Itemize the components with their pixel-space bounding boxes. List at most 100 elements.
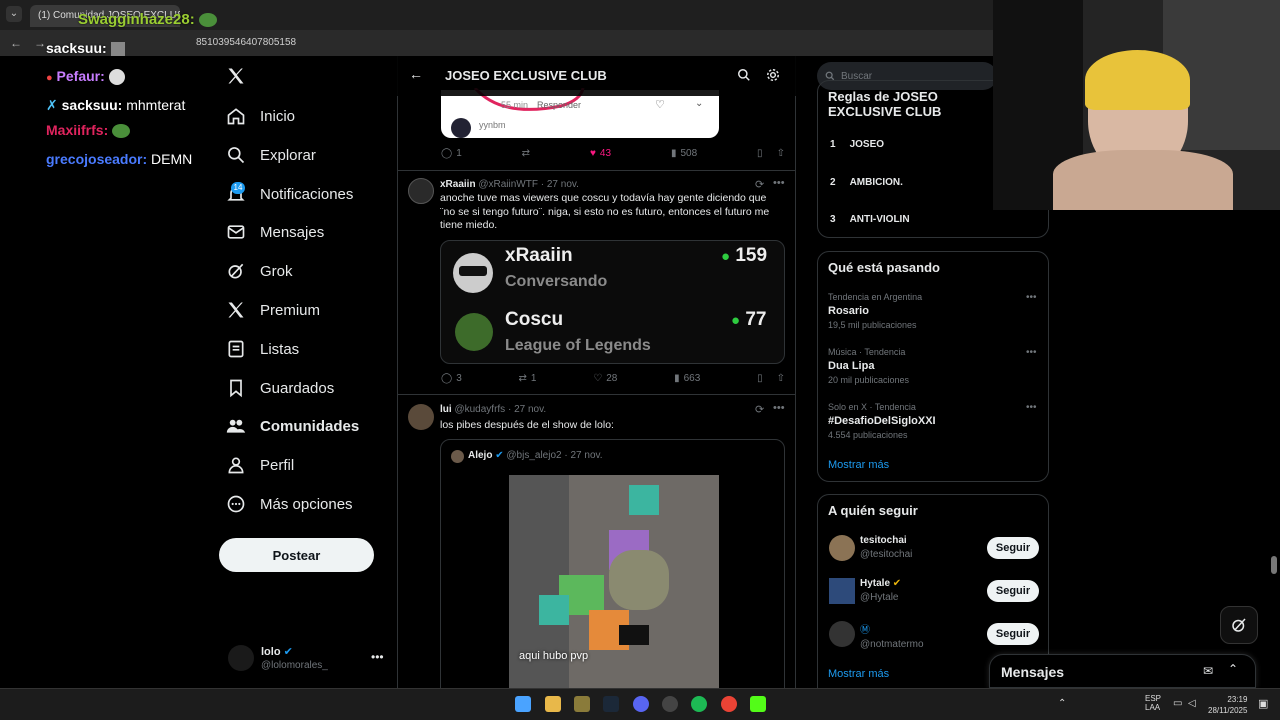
trend-item[interactable]: Tendencia en Argentina Rosario 19,5 mil … — [828, 292, 922, 330]
account-menu-icon[interactable]: ••• — [371, 650, 384, 664]
show-more-link[interactable]: Mostrar más — [828, 668, 889, 680]
nav-notifications[interactable]: Notificaciones — [226, 182, 353, 206]
beanie — [1085, 50, 1190, 110]
show-more-link[interactable]: Mostrar más — [828, 459, 889, 471]
more-icon[interactable]: ••• — [773, 177, 785, 189]
follow-button[interactable]: Seguir — [987, 623, 1039, 645]
webcam-overlay — [993, 0, 1280, 210]
tray-chevron-icon[interactable]: ⌃ — [1058, 698, 1066, 709]
views-icon: ▮ — [670, 148, 677, 159]
notification-center-icon[interactable]: ▣ — [1258, 697, 1268, 710]
back-arrow-icon[interactable]: ← — [409, 66, 423, 82]
post-button[interactable]: Postear — [219, 538, 374, 572]
kick-icon[interactable] — [750, 696, 766, 712]
expand-icon[interactable]: ⌃ — [1228, 662, 1238, 676]
trends-title: Qué está pasando — [828, 260, 940, 275]
nav-communities[interactable]: Comunidades — [226, 414, 359, 438]
m-badge-icon: Ⓜ — [860, 625, 870, 636]
avatar[interactable] — [408, 178, 434, 204]
app-icon[interactable] — [574, 696, 590, 712]
more-icon[interactable]: ••• — [1026, 402, 1037, 413]
back-arrow-icon[interactable]: ← — [10, 36, 22, 50]
quoted-photo[interactable]: aqui hubo pvp — [509, 475, 719, 698]
reply-link[interactable]: Responder — [537, 100, 581, 110]
nav-label: Perfil — [260, 456, 295, 474]
chat-line: grecojoseador: DEMN — [46, 151, 193, 167]
reply-button[interactable]: ◯ 3 — [441, 373, 462, 384]
nav-label: Notificaciones — [260, 185, 354, 203]
views-button[interactable]: ▮ 663 — [674, 373, 700, 384]
more-icon[interactable]: ••• — [1026, 347, 1037, 358]
clock[interactable]: 23:19 28/11/2025 — [1208, 694, 1247, 716]
grok-float-button[interactable] — [1220, 606, 1258, 644]
nav-label: Inicio — [260, 107, 296, 125]
bookmark-icon — [230, 379, 242, 398]
tweet-actions: ◯ 1 ⇄ ♥ 43 ▮ 508 ▯ ⇧ — [441, 148, 785, 159]
verified-badge-icon: ✔ — [283, 646, 293, 658]
gear-icon[interactable] — [766, 68, 780, 82]
nav-messages[interactable]: Mensajes — [226, 220, 324, 244]
nav-more-options[interactable]: Más opciones — [226, 492, 353, 516]
heart-icon: ♡ — [655, 99, 665, 111]
follow-button[interactable]: Seguir — [987, 580, 1039, 602]
nav-explore[interactable]: Explorar — [226, 143, 316, 167]
windows-start-icon[interactable] — [515, 696, 531, 712]
search-icon[interactable] — [737, 68, 751, 82]
grok-icon[interactable]: ⟳ — [755, 178, 764, 191]
discord-icon[interactable] — [633, 696, 649, 712]
views-button[interactable]: ▮ 508 — [671, 148, 697, 159]
avatar[interactable] — [228, 645, 254, 671]
like-button[interactable]: ♡ 28 — [593, 373, 617, 384]
x-logo-icon[interactable] — [226, 66, 246, 86]
person-icon — [228, 457, 244, 474]
bookmark-button[interactable]: ▯ ⇧ — [757, 148, 785, 159]
avatar[interactable] — [408, 404, 434, 430]
tab-list-button[interactable]: ⌄ — [6, 6, 22, 22]
network-icon[interactable]: ▭ — [1173, 698, 1182, 709]
bookmark-button[interactable]: ▯ ⇧ — [757, 373, 785, 384]
nav-label: Listas — [260, 340, 300, 358]
steam-icon[interactable] — [603, 696, 619, 712]
chat-line: Swagginhaze28: — [78, 11, 217, 28]
nav-label: Mensajes — [260, 223, 325, 241]
reply-icon: ◯ — [441, 148, 453, 159]
trend-item[interactable]: Música · Tendencia Dua Lipa 20 mil publi… — [828, 347, 909, 385]
language-indicator[interactable]: ESP LAA — [1145, 694, 1161, 712]
scrollbar-thumb[interactable] — [1271, 556, 1277, 574]
url-field[interactable]: 851039546407805158 — [196, 37, 296, 48]
rules-title: Reglas de JOSEO EXCLUSIVE CLUB — [828, 89, 942, 119]
avatar — [451, 118, 471, 138]
spotify-icon[interactable] — [691, 696, 707, 712]
nav-bookmarks[interactable]: Guardados — [226, 376, 334, 400]
more-icon[interactable]: ••• — [1026, 292, 1037, 303]
reply-button[interactable]: ◯ 1 — [441, 148, 462, 159]
volume-icon[interactable]: ◁ — [1188, 698, 1196, 709]
account-name[interactable]: lolo ✔ — [261, 645, 293, 658]
nav-premium[interactable]: Premium — [226, 298, 320, 322]
forward-arrow-icon[interactable]: → — [34, 36, 46, 50]
nav-lists[interactable]: Listas — [226, 337, 299, 361]
file-explorer-icon[interactable] — [545, 696, 561, 712]
follow-button[interactable]: Seguir — [987, 537, 1039, 559]
app-icon[interactable] — [662, 696, 678, 712]
new-message-icon[interactable]: ✉ — [1203, 664, 1213, 678]
like-button[interactable]: ♥ 43 — [590, 148, 611, 159]
tweet-header: xRaaiin @xRaiinWTF · 27 nov. — [440, 179, 579, 190]
nav-grok[interactable]: Grok — [226, 259, 293, 283]
messages-drawer[interactable]: Mensajes ✉ ⌃ — [989, 654, 1256, 688]
repost-button[interactable]: ⇄ 1 — [519, 373, 537, 384]
quoted-tweet[interactable]: Alejo ✔ @bjs_alejo2 · 27 nov. aqui hubo … — [440, 439, 785, 699]
mail-icon — [227, 225, 245, 239]
tweet-media-card[interactable]: xRaaiin Conversando ● 159 Coscu League o… — [440, 240, 785, 364]
nav-label: Premium — [260, 301, 321, 319]
more-icon[interactable]: ••• — [773, 402, 785, 414]
repost-button[interactable]: ⇄ — [522, 148, 530, 159]
nav-home[interactable]: Inicio — [226, 104, 295, 128]
trend-item[interactable]: Solo en X · Tendencia #DesafioDelSigloXX… — [828, 402, 936, 440]
chat-line: ✗ sacksuu: mhmterat — [46, 97, 186, 113]
dislike-icon: ⌄ — [695, 98, 704, 109]
chrome-icon[interactable] — [721, 696, 737, 712]
reply-icon: ◯ — [441, 373, 453, 384]
nav-profile[interactable]: Perfil — [226, 453, 294, 477]
grok-icon[interactable]: ⟳ — [755, 403, 764, 416]
